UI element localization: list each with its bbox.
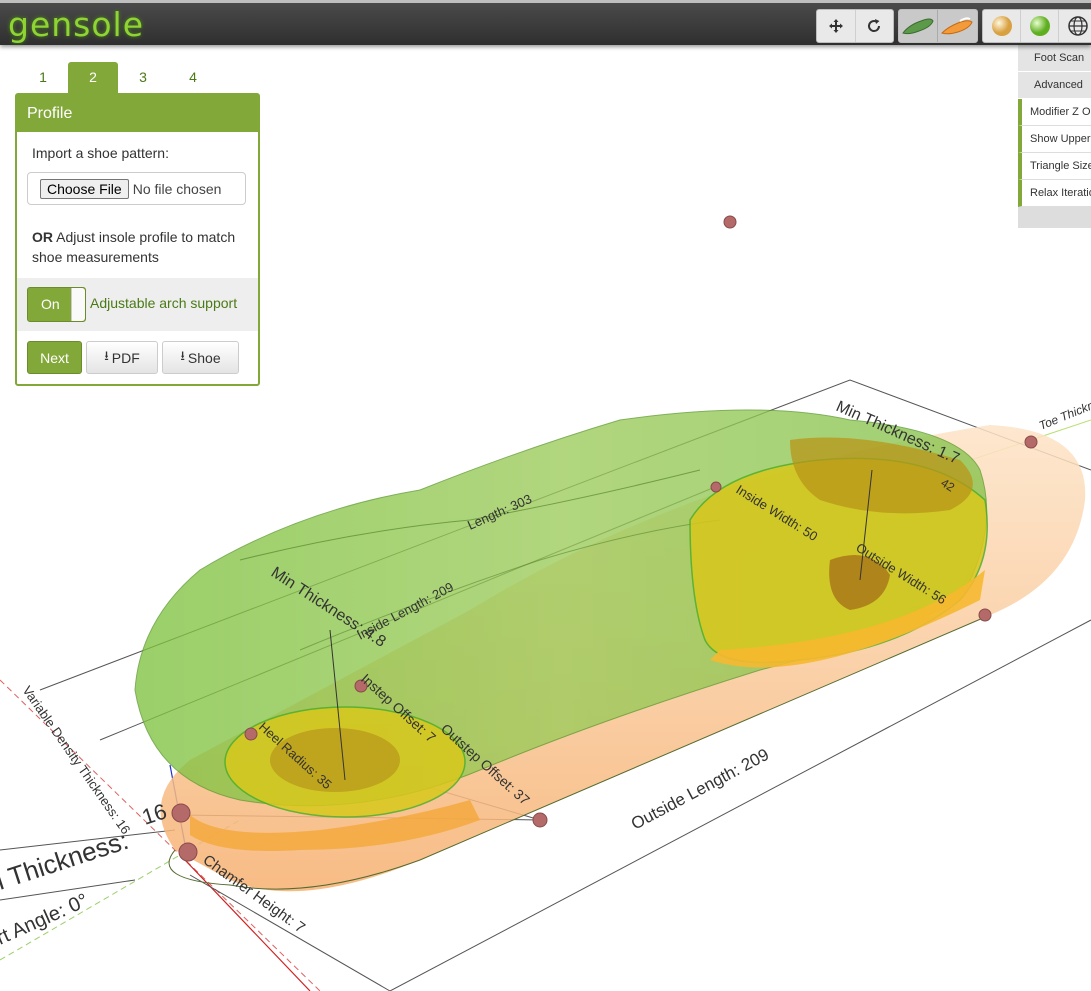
import-label: Import a shoe pattern: xyxy=(32,145,169,161)
triangle-size-item[interactable]: Triangle Size xyxy=(1018,153,1091,180)
variable-density-label: Variable Density Thickness: 16 xyxy=(20,683,134,837)
shoe-label: Shoe xyxy=(187,349,221,366)
toggle-label: On xyxy=(41,296,60,312)
tab-2[interactable]: 2 xyxy=(68,62,118,93)
control-handle[interactable] xyxy=(171,803,191,823)
foot-scan-header[interactable]: Foot Scan xyxy=(1018,45,1091,72)
tab-4[interactable]: 4 xyxy=(168,62,218,93)
choose-file-button[interactable]: Choose File xyxy=(40,178,129,199)
support-angle-label: rt Angle: 0° xyxy=(0,890,92,950)
file-input[interactable]: Choose File No file chosen xyxy=(27,172,246,205)
modifier-z-offset-item[interactable]: Modifier Z O xyxy=(1018,99,1091,126)
top-toolbar: gensole xyxy=(0,0,1091,45)
control-handle[interactable] xyxy=(1024,435,1038,449)
next-button[interactable]: Next xyxy=(27,341,82,374)
arch-support-label: Adjustable arch support xyxy=(90,295,238,311)
beige-sphere-icon[interactable] xyxy=(983,10,1021,42)
refresh-icon[interactable] xyxy=(856,10,894,42)
or-bold: OR xyxy=(32,229,53,245)
tab-1[interactable]: 1 xyxy=(18,62,68,93)
control-handle[interactable] xyxy=(244,727,258,741)
panel-title: Profile xyxy=(17,95,258,132)
tab-3[interactable]: 3 xyxy=(118,62,168,93)
pdf-label: PDF xyxy=(111,349,140,366)
download-icon: ⭳ xyxy=(180,347,185,363)
move-icon[interactable] xyxy=(817,10,856,42)
no-file-text: No file chosen xyxy=(132,180,222,197)
orange-insole-icon[interactable] xyxy=(938,10,976,42)
gensole-logo: gensole xyxy=(8,5,145,44)
control-handle[interactable] xyxy=(178,842,198,862)
relax-iterations-item[interactable]: Relax Iteratio xyxy=(1018,180,1091,207)
toggle-knob xyxy=(71,288,85,321)
model-toggle-group xyxy=(898,9,978,43)
settings-panel: Foot Scan Advanced Modifier Z O Show Upp… xyxy=(1018,45,1091,228)
panel-buttons: Next ⭳ PDF ⭳ Shoe xyxy=(27,341,239,374)
show-upper-item[interactable]: Show Upper xyxy=(1018,126,1091,153)
view-controls xyxy=(816,9,894,43)
control-handle[interactable] xyxy=(723,215,737,229)
shoe-button[interactable]: ⭳ Shoe xyxy=(162,341,239,374)
globe-icon[interactable] xyxy=(1059,10,1091,42)
arch-support-toggle[interactable]: On xyxy=(27,287,86,322)
advanced-header[interactable]: Advanced xyxy=(1018,72,1091,99)
arch-support-row: On Adjustable arch support xyxy=(17,278,258,331)
or-text: Adjust insole profile to match shoe meas… xyxy=(32,229,236,265)
heel-thickness-label: l Thickness: xyxy=(0,825,132,896)
step-tabs: 1 2 3 4 xyxy=(18,62,218,93)
green-insole-icon[interactable] xyxy=(899,10,938,42)
control-handle[interactable] xyxy=(532,812,548,828)
or-instructions: OR Adjust insole profile to match shoe m… xyxy=(32,227,252,267)
profile-panel: Profile Import a shoe pattern: Choose Fi… xyxy=(15,93,260,386)
pdf-button[interactable]: ⭳ PDF xyxy=(86,341,158,374)
toe-thickness-label: Toe Thickne xyxy=(1037,395,1091,432)
green-sphere-icon[interactable] xyxy=(1021,10,1059,42)
control-handle[interactable] xyxy=(978,608,992,622)
download-icon: ⭳ xyxy=(104,347,109,363)
control-handle[interactable] xyxy=(710,481,722,493)
display-mode-group xyxy=(982,9,1091,43)
